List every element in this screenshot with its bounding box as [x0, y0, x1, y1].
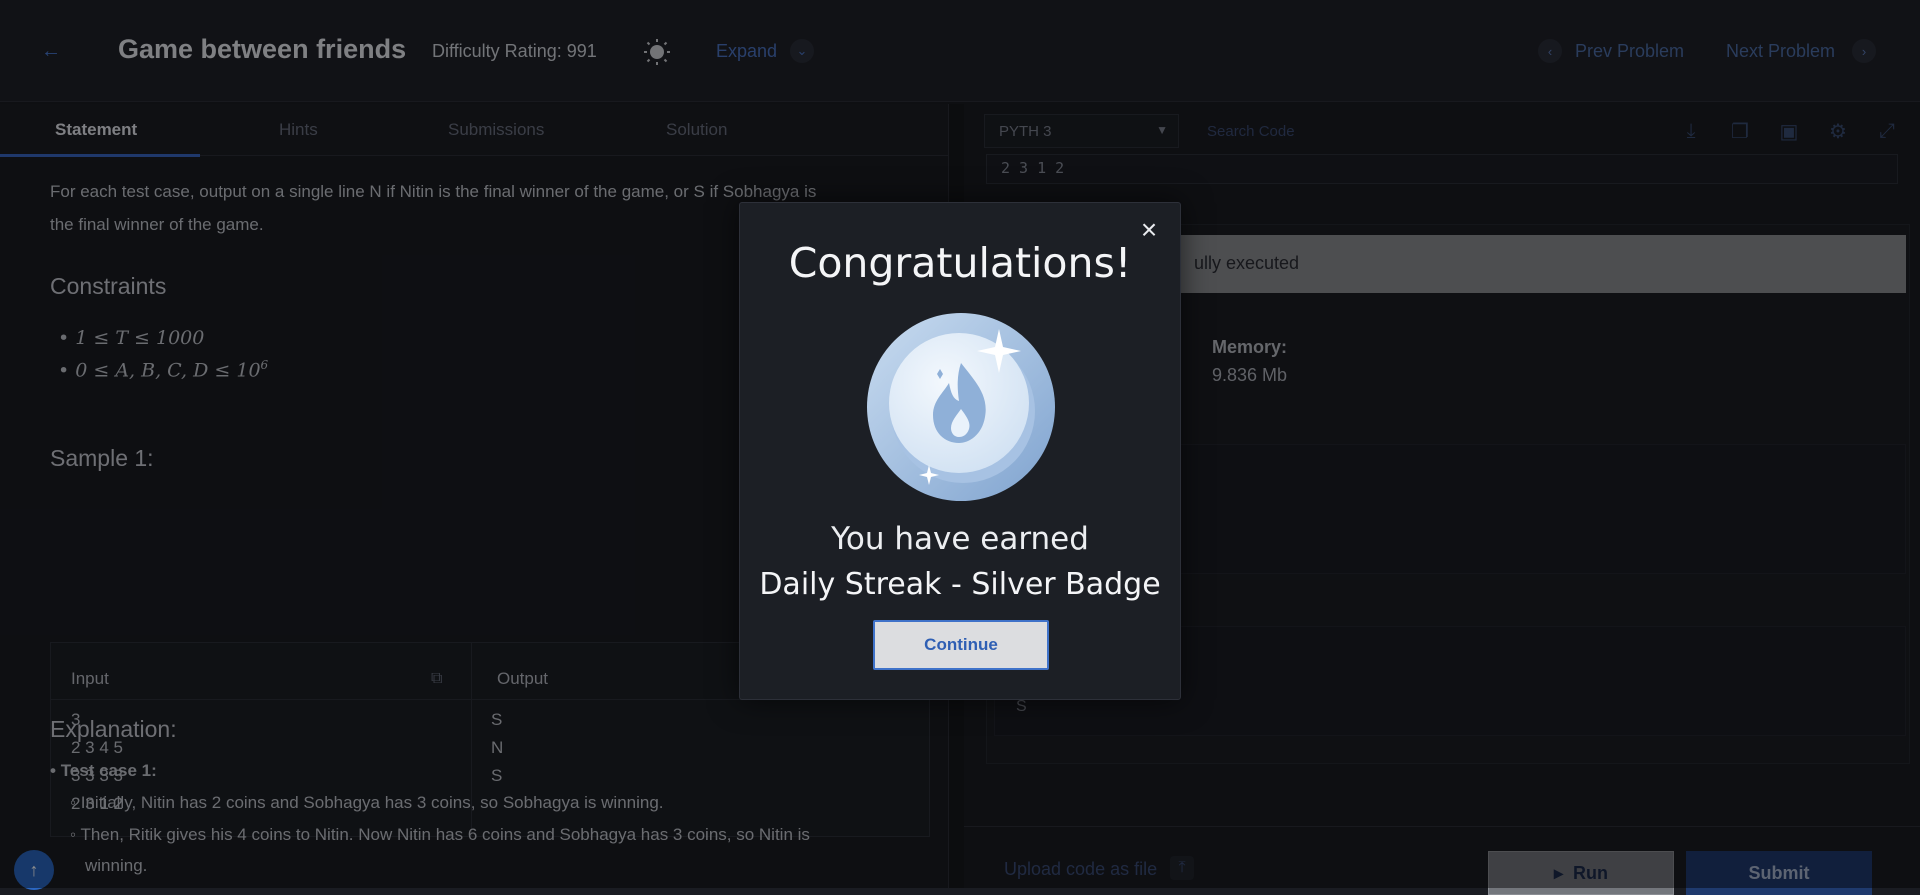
- earned-text: You have earned: [831, 521, 1089, 557]
- silver-badge-flame-icon: [867, 313, 1055, 501]
- badge-name: Daily Streak - Silver Badge: [759, 567, 1161, 602]
- continue-button[interactable]: Continue: [873, 620, 1049, 670]
- modal-title: Congratulations!: [788, 239, 1132, 287]
- badge-earned-modal: × Congratulations! You have earned Daily…: [739, 202, 1181, 700]
